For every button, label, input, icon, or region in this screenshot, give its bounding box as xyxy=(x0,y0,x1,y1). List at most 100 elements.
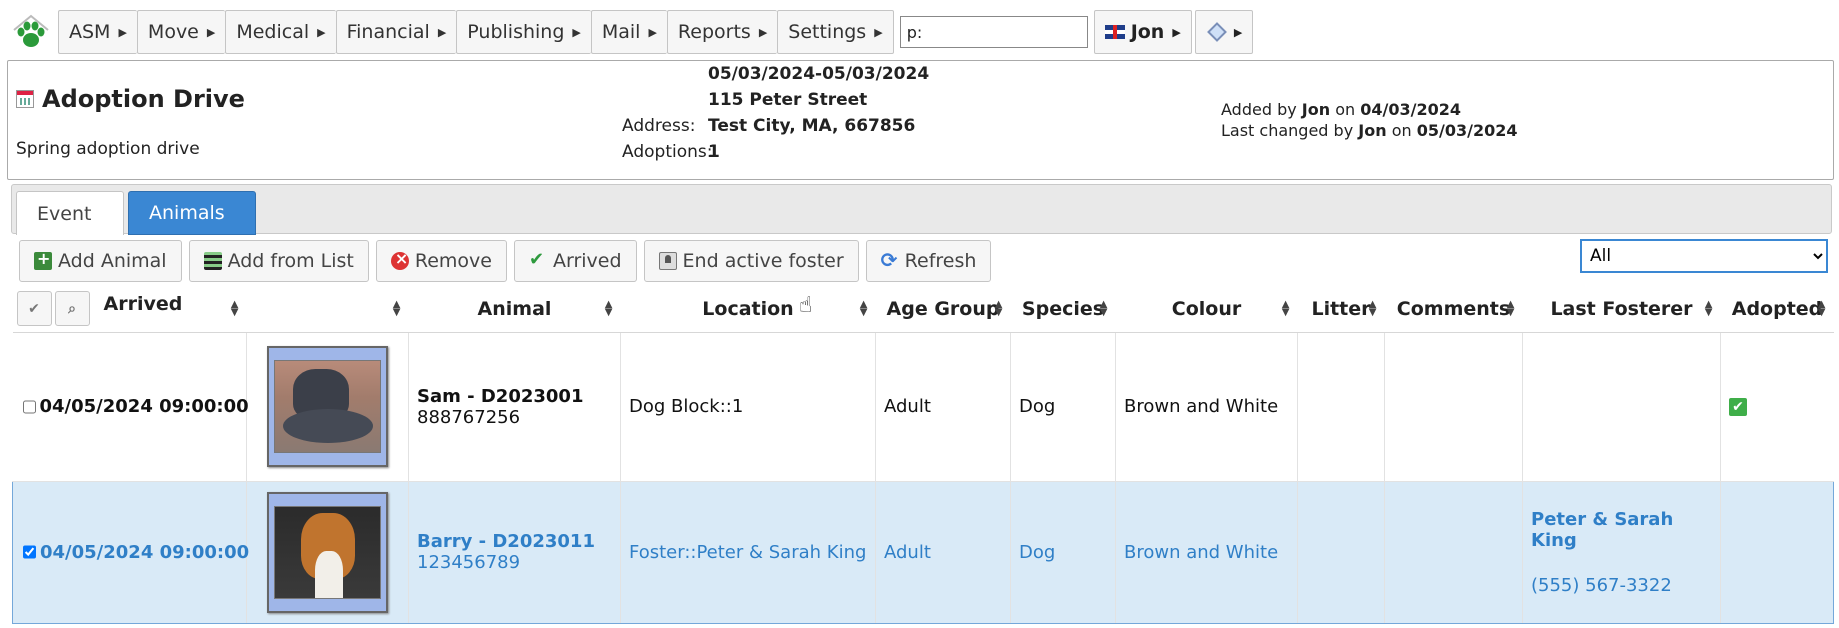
search-input[interactable] xyxy=(899,16,1088,48)
col-last-fosterer[interactable]: Last Fosterer ▲ ▼ xyxy=(1522,286,1721,333)
col-adopted[interactable]: Adopted ▲ ▼ xyxy=(1720,286,1834,333)
col-last-fosterer-label: Last Fosterer xyxy=(1550,297,1693,320)
adoptions-label: Adoptions: xyxy=(622,142,713,162)
col-colour[interactable]: Colour ▲ ▼ xyxy=(1115,286,1298,333)
table-row[interactable]: 04/05/2024 09:00:00 Barry - D2023011 123… xyxy=(12,480,1834,624)
sort-icon: ▲ ▼ xyxy=(994,299,1003,318)
address-label: Address: xyxy=(622,116,696,136)
event-street: 115 Peter Street xyxy=(708,90,868,110)
sort-icon: ▲ ▼ xyxy=(392,299,401,318)
arrived-datetime: 04/05/2024 09:00:00 xyxy=(40,541,250,563)
event-header-panel: Adoption Drive Spring adoption drive 05/… xyxy=(7,60,1834,180)
cell-age-group: Adult xyxy=(875,480,1011,624)
animal-thumbnail[interactable] xyxy=(267,491,388,613)
col-species[interactable]: Species ▲ ▼ xyxy=(1010,286,1116,333)
cell-arrived: 04/05/2024 09:00:00 xyxy=(12,332,249,482)
cell-species: Dog xyxy=(1010,332,1116,482)
col-litter[interactable]: Litter ▲ ▼ xyxy=(1297,286,1385,333)
column-filter-button[interactable]: ⌕ xyxy=(54,291,90,327)
cell-animal: Sam - D2023001 888767256 xyxy=(408,332,621,482)
add-list-icon xyxy=(203,252,222,270)
col-arrived[interactable]: ✔ ⌕ Arrived ▲ ▼ xyxy=(12,286,247,333)
caret-right-icon: ▶ xyxy=(572,25,581,39)
changed-line: Last changed by Jon on 05/03/2024 xyxy=(1221,120,1517,141)
help-diamond-icon xyxy=(1206,22,1227,42)
row-checkbox[interactable] xyxy=(23,544,36,560)
col-image[interactable]: ▲ ▼ xyxy=(246,286,409,333)
user-name: Jon xyxy=(1130,21,1165,43)
end-active-foster-button[interactable]: End active foster xyxy=(643,240,859,282)
fosterer-name[interactable]: Peter & Sarah King xyxy=(1531,509,1712,551)
added-line: Added by Jon on 04/03/2024 xyxy=(1221,99,1517,120)
refresh-button[interactable]: Refresh xyxy=(865,240,992,282)
col-animal-label: Animal xyxy=(477,297,552,320)
menu-asm[interactable]: ASM ▶ xyxy=(58,10,137,54)
menu-mail[interactable]: Mail ▶ xyxy=(590,10,667,54)
table-row[interactable]: 04/05/2024 09:00:00 Sam - D2023001 88876… xyxy=(12,332,1834,482)
menu-financial[interactable]: Financial ▶ xyxy=(335,10,457,54)
main-menu-bar: ASM ▶ Move ▶ Medical ▶ Financial ▶ Publishin… xyxy=(10,10,1254,54)
animals-table: ✔ ⌕ Arrived ▲ ▼ ▲ ▼ Animal ▲ ▼ Location ▲ ▼ Ag… xyxy=(12,286,1834,624)
add-animal-button[interactable]: Add Animal xyxy=(19,240,182,282)
flag-uk-icon xyxy=(1104,25,1125,39)
animal-name-link[interactable]: Sam - D2023001 xyxy=(417,386,612,407)
paw-logo-icon[interactable] xyxy=(10,10,52,54)
menu-publishing[interactable]: Publishing ▶ xyxy=(456,10,591,54)
cell-age-group: Adult xyxy=(875,332,1011,482)
tab-animals[interactable]: Animals xyxy=(128,191,256,235)
col-arrived-label: Arrived xyxy=(103,292,183,315)
menu-settings[interactable]: Settings ▶ xyxy=(777,10,894,54)
fosterer-phone: (555) 567-3322 xyxy=(1531,574,1672,596)
cell-last-fosterer xyxy=(1522,332,1721,482)
animal-code: 888767256 xyxy=(417,406,521,428)
added-by: Jon xyxy=(1301,100,1331,119)
adopted-check-icon: ✔ xyxy=(1729,397,1747,416)
cell-colour: Brown and White xyxy=(1115,332,1298,482)
remove-button[interactable]: Remove xyxy=(375,240,507,282)
end-foster-label: End active foster xyxy=(682,250,844,272)
cell-arrived: 04/05/2024 09:00:00 xyxy=(12,480,250,624)
col-location[interactable]: Location ▲ ▼ xyxy=(620,286,876,333)
arrived-button[interactable]: Arrived xyxy=(513,240,637,282)
col-comments[interactable]: Comments ▲ ▼ xyxy=(1384,286,1523,333)
cell-species: Dog xyxy=(1010,480,1116,624)
menu-medical-label: Medical xyxy=(236,21,310,43)
cell-adopted: ✔ xyxy=(1720,332,1834,482)
user-menu-button[interactable]: Jon ▶ xyxy=(1093,10,1192,54)
arrived-datetime: 04/05/2024 09:00:00 xyxy=(39,396,249,417)
animal-code: 123456789 xyxy=(417,552,521,573)
sort-icon: ▲ ▼ xyxy=(1099,299,1108,318)
col-adopted-label: Adopted xyxy=(1731,297,1823,320)
hand-cursor-icon: ☝ xyxy=(799,293,813,318)
col-litter-label: Litter xyxy=(1311,297,1371,320)
tab-event[interactable]: Event xyxy=(16,191,124,235)
menu-move[interactable]: Move ▶ xyxy=(136,10,226,54)
cell-comments xyxy=(1384,332,1523,482)
added-on-word: on xyxy=(1335,100,1356,119)
audit-info: Added by Jon on 04/03/2024 Last changed … xyxy=(1221,99,1517,141)
dog-photo-icon xyxy=(274,505,381,599)
foster-icon xyxy=(658,252,677,270)
cell-last-fosterer: Peter & Sarah King (555) 567-3322 xyxy=(1522,480,1721,624)
col-animal[interactable]: Animal ▲ ▼ xyxy=(408,286,621,333)
menu-reports-label: Reports xyxy=(677,21,751,43)
add-from-list-label: Add from List xyxy=(227,250,354,272)
added-date: 04/03/2024 xyxy=(1360,100,1461,119)
menu-reports[interactable]: Reports ▶ xyxy=(666,10,778,54)
menu-mail-label: Mail xyxy=(601,21,641,43)
changed-prefix: Last changed by xyxy=(1221,121,1354,140)
caret-right-icon: ▶ xyxy=(206,25,216,39)
select-all-button[interactable]: ✔ xyxy=(16,291,52,327)
animal-name-link[interactable]: Barry - D2023011 xyxy=(417,531,612,552)
add-from-list-button[interactable]: Add from List xyxy=(188,240,369,282)
animal-filter-select[interactable]: All xyxy=(1580,239,1828,273)
event-title-text: Adoption Drive xyxy=(42,85,245,113)
check-icon: ✔ xyxy=(28,300,40,317)
animal-thumbnail[interactable] xyxy=(267,346,388,467)
row-checkbox[interactable] xyxy=(22,398,36,415)
adoptions-count: 1 xyxy=(708,142,720,162)
changed-by: Jon xyxy=(1358,121,1387,140)
col-age-group[interactable]: Age Group ▲ ▼ xyxy=(875,286,1011,333)
help-menu-button[interactable]: ▶ xyxy=(1194,10,1254,54)
menu-medical[interactable]: Medical ▶ xyxy=(225,10,336,54)
